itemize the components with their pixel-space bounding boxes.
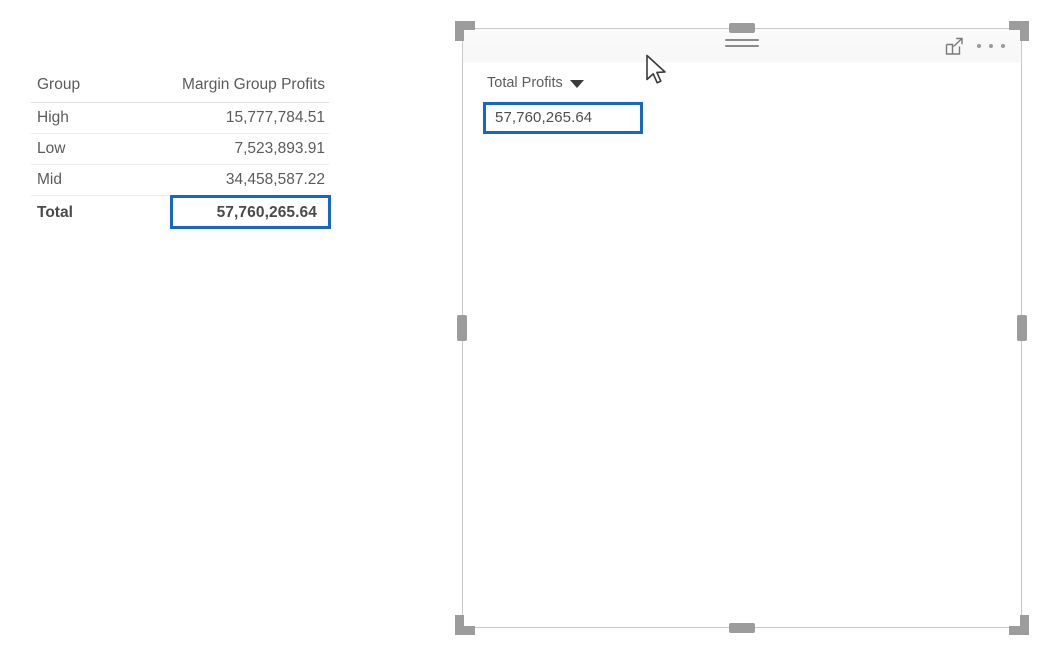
ellipsis-dot — [1001, 44, 1005, 48]
card-visual-header — [463, 29, 1021, 63]
more-options-ellipsis-icon[interactable] — [977, 37, 1005, 55]
ellipsis-dot — [989, 44, 993, 48]
table-row[interactable]: Low 7,523,893.91 — [31, 133, 329, 165]
matrix-header-row: Group Margin Group Profits — [31, 72, 329, 103]
drag-handle-line — [725, 39, 759, 41]
drag-handle-line — [725, 45, 759, 47]
column-header-margin-group-profits[interactable]: Margin Group Profits — [129, 72, 329, 103]
card-field-well[interactable]: Total Profits — [487, 75, 584, 91]
column-header-group[interactable]: Group — [31, 72, 129, 103]
total-value-cell: 57,760,265.64 — [129, 195, 331, 230]
row-label-low: Low — [31, 133, 129, 165]
card-visual-body: Total Profits 57,760,265.64 — [463, 62, 1021, 627]
table-row[interactable]: Mid 34,458,587.22 — [31, 164, 329, 196]
matrix-table: Group Margin Group Profits High 15,777,7… — [31, 72, 331, 230]
matrix-footer: Total 57,760,265.64 — [31, 195, 331, 230]
margin-group-profits-matrix[interactable]: Group Margin Group Profits High 15,777,7… — [31, 72, 331, 230]
table-row[interactable]: High 15,777,784.51 — [31, 102, 329, 134]
ellipsis-dot — [977, 44, 981, 48]
handle-bar — [455, 615, 464, 635]
row-value-high: 15,777,784.51 — [129, 102, 329, 134]
matrix-header: Group Margin Group Profits — [31, 72, 329, 103]
focus-mode-icon[interactable] — [943, 36, 965, 58]
resize-handle-bottom-center[interactable] — [729, 623, 755, 633]
resize-handle-bottom-right[interactable] — [1009, 615, 1029, 635]
chevron-down-icon[interactable] — [569, 79, 584, 88]
handle-bar — [1020, 21, 1029, 41]
row-label-mid: Mid — [31, 164, 129, 196]
handle-bar — [1020, 615, 1029, 635]
resize-handle-bottom-left[interactable] — [455, 615, 475, 635]
card-field-label-text: Total Profits — [487, 75, 563, 91]
matrix-total-value: 57,760,265.64 — [216, 204, 317, 221]
drag-handle-icon[interactable] — [725, 39, 759, 50]
card-value: 57,760,265.64 — [495, 109, 593, 126]
resize-handle-middle-right[interactable] — [1017, 315, 1027, 341]
row-value-mid: 34,458,587.22 — [129, 164, 329, 196]
resize-handle-top-right[interactable] — [1009, 21, 1029, 41]
resize-handle-top-left[interactable] — [455, 21, 475, 41]
total-row-label: Total — [37, 204, 73, 221]
matrix-body: High 15,777,784.51 Low 7,523,893.91 Mid … — [31, 102, 329, 196]
handle-bar — [455, 21, 464, 41]
resize-handle-top-center[interactable] — [729, 23, 755, 33]
resize-handle-middle-left[interactable] — [457, 315, 467, 341]
row-value-low: 7,523,893.91 — [129, 133, 329, 165]
row-label-high: High — [31, 102, 129, 134]
card-visual-frame[interactable]: Total Profits 57,760,265.64 — [462, 28, 1022, 628]
total-profits-card-visual[interactable]: Total Profits 57,760,265.64 — [455, 21, 1029, 635]
card-value-container: 57,760,265.64 — [483, 102, 643, 134]
matrix-total-row[interactable]: Total 57,760,265.64 — [31, 195, 331, 230]
